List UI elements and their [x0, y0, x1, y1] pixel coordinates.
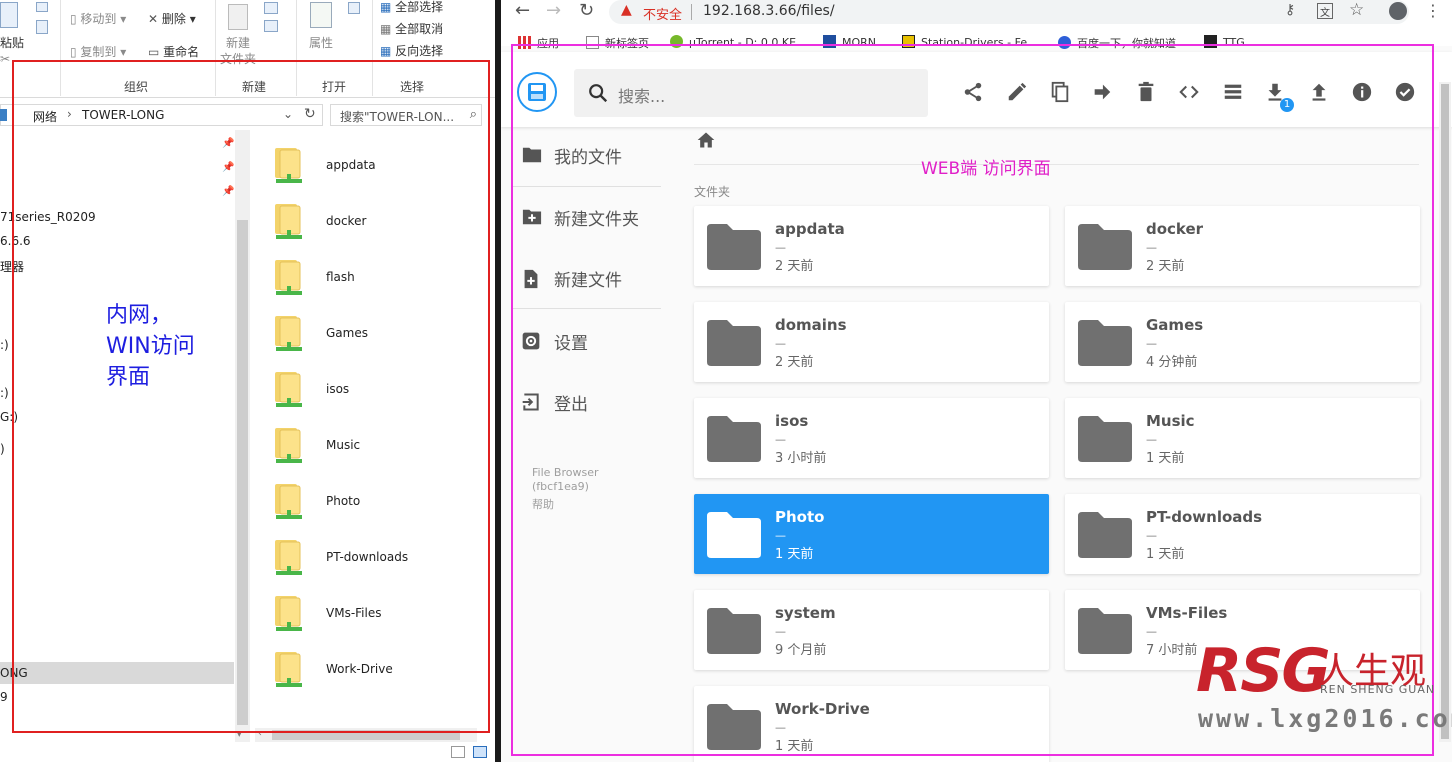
copy-to-button[interactable]: ▯ 复制到 ▾ [70, 43, 126, 60]
bookmarks-bar: 应用 新标签页 µTorrent - D: 0.0 KE MORN Statio… [501, 24, 1452, 50]
nav-item[interactable]: ) [0, 442, 5, 456]
url-text[interactable]: 192.168.3.66/files/ [703, 3, 835, 19]
paste-button[interactable]: 粘贴 [0, 34, 24, 51]
network-folder-icon [275, 260, 302, 295]
new-folder-icon[interactable] [228, 4, 248, 30]
paste-icon[interactable] [0, 2, 18, 28]
select-all-icon: ▦ [380, 0, 392, 14]
select-none-label: 全部取消 [395, 22, 444, 36]
reload-icon[interactable]: ↻ [579, 0, 594, 21]
omnibox[interactable]: ▲ 不安全 192.168.3.66/files/ ⚷ 文 ☆ [609, 0, 1409, 24]
open-edit-icon[interactable] [348, 2, 360, 14]
move-to-button[interactable]: ▯ 移动到 ▾ [70, 10, 126, 27]
invert-selection-label: 反向选择 [395, 44, 444, 58]
page-scrollbar-thumb[interactable] [1441, 84, 1449, 739]
file-row-item[interactable]: flash [272, 250, 472, 306]
translate-icon[interactable]: 文 [1317, 3, 1333, 19]
properties-icon[interactable] [310, 2, 332, 28]
network-folder-icon [275, 148, 302, 183]
file-row-item[interactable]: PT-downloads [272, 530, 472, 586]
invert-selection-button[interactable]: ▦ 反向选择 [380, 42, 443, 59]
network-icon [0, 109, 7, 121]
easy-access-icon[interactable] [264, 20, 278, 32]
nav-item[interactable]: :) [0, 386, 9, 400]
file-row-item[interactable]: isos [272, 362, 472, 418]
watermark-url: www.lxg2016.com [1198, 704, 1452, 733]
file-name: Music [326, 438, 361, 452]
warning-icon[interactable]: ▲ [621, 2, 632, 18]
key-icon[interactable]: ⚷ [1285, 2, 1295, 18]
file-name: Games [326, 326, 368, 340]
bookmark-star-icon[interactable]: ☆ [1349, 0, 1364, 20]
back-icon[interactable]: ← [515, 0, 530, 21]
file-name: flash [326, 270, 355, 284]
select-none-button[interactable]: ▦ 全部取消 [380, 20, 443, 37]
network-folder-icon [275, 484, 302, 519]
file-row-item[interactable]: Games [272, 306, 472, 362]
invert-selection-icon: ▦ [380, 44, 392, 58]
delete-label: 删除 [161, 12, 186, 26]
watermark-brand-pinyin: REN SHENG GUAN [1320, 683, 1436, 696]
file-row-item[interactable]: VMs-Files [272, 586, 472, 642]
file-row-item[interactable]: appdata [272, 138, 472, 194]
file-name: isos [326, 382, 350, 396]
network-folder-icon [275, 596, 302, 631]
new-item-icon[interactable] [264, 2, 278, 14]
delete-x-icon: ✕ [148, 12, 159, 26]
network-folder-icon [275, 652, 302, 687]
file-name: VMs-Files [326, 606, 382, 620]
rename-button[interactable]: ▭ 重命名 [148, 43, 199, 60]
rename-label: 重命名 [163, 45, 200, 59]
nav-item[interactable]: 9 [0, 690, 8, 704]
network-folder-icon [275, 316, 302, 351]
omnibox-divider [691, 4, 692, 20]
file-name: Photo [326, 494, 361, 508]
annotation-caption-lan: 内网，WIN访问界面 [106, 303, 195, 390]
clipboard-small-icon[interactable] [36, 2, 48, 12]
file-row-item[interactable]: docker [272, 194, 472, 250]
delete-button[interactable]: ✕ 删除 ▾ [148, 10, 196, 27]
file-row-item[interactable]: Work-Drive [272, 642, 472, 698]
select-all-label: 全部选择 [395, 0, 444, 14]
nav-item[interactable]: :) [0, 338, 9, 352]
details-view-icon[interactable] [451, 746, 465, 758]
file-name: PT-downloads [326, 550, 409, 564]
menu-icon[interactable]: ⋮ [1425, 1, 1441, 20]
security-label[interactable]: 不安全 [643, 4, 682, 23]
profile-icon[interactable] [1389, 2, 1407, 20]
forward-icon[interactable]: → [546, 0, 561, 21]
select-all-button[interactable]: ▦ 全部选择 [380, 0, 443, 15]
file-name: appdata [326, 158, 376, 172]
new-folder-button-line1[interactable]: 新建 [226, 34, 250, 51]
copy-path-icon[interactable] [36, 20, 48, 34]
explorer-window: 粘贴 ✂ ▯ 移动到 ▾ ▯ 复制到 ▾ ✕ 删除 ▾ ▭ 重命名 组织 新建 … [0, 0, 495, 762]
select-none-icon: ▦ [380, 22, 392, 36]
properties-button[interactable]: 属性 [309, 34, 333, 51]
scissors-icon[interactable]: ✂ [0, 52, 10, 66]
network-folder-icon [275, 540, 302, 575]
file-name: docker [326, 214, 367, 228]
copy-to-label: 复制到 [80, 45, 117, 59]
file-row-item[interactable]: Photo [272, 474, 472, 530]
watermark-logo: RSG [1196, 636, 1331, 706]
browser-toolbar: ← → ↻ ▲ 不安全 192.168.3.66/files/ ⚷ 文 ☆ ⋮ [501, 0, 1452, 24]
network-folder-icon [275, 428, 302, 463]
move-to-label: 移动到 [80, 12, 117, 26]
file-row-item[interactable]: Music [272, 418, 472, 474]
network-folder-icon [275, 372, 302, 407]
rename-icon: ▭ [148, 45, 160, 59]
file-name: Work-Drive [326, 662, 393, 676]
network-folder-icon [275, 204, 302, 239]
large-icons-view-icon[interactable] [473, 746, 487, 758]
